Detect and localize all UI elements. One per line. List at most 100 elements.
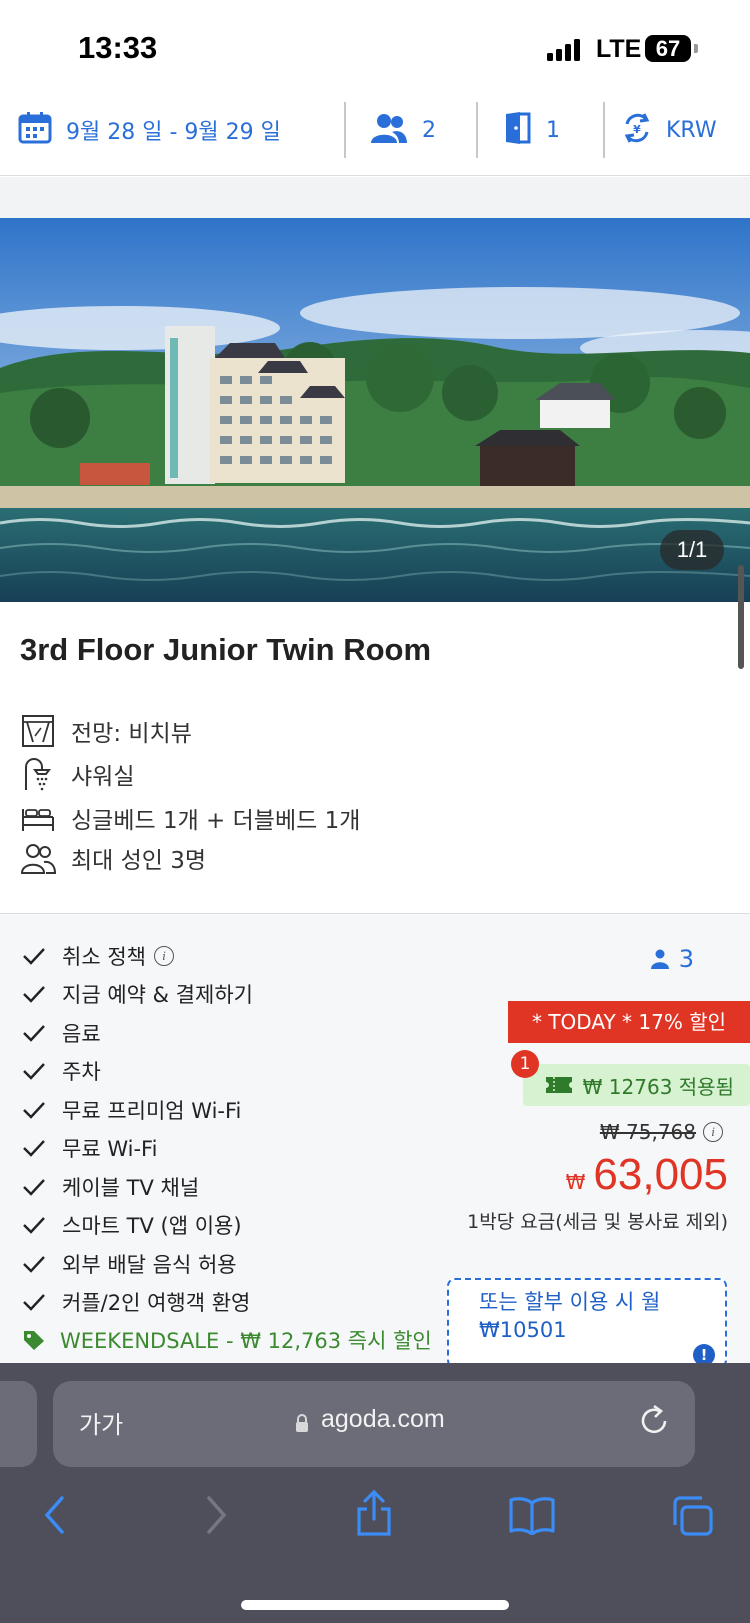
currency-label: KRW [666, 117, 717, 143]
benefit-item: 주차 [22, 1052, 101, 1090]
date-range-selector[interactable]: 9월 28 일 - 9월 29 일 [18, 84, 281, 176]
address-bar[interactable]: 가가 agoda.com [53, 1381, 695, 1467]
coupon-applied[interactable]: ₩ 12763 적용됨 [523, 1064, 750, 1106]
price-amount: 63,005 [593, 1150, 728, 1199]
browser-toolbar: 가가 agoda.com [0, 1363, 750, 1623]
benefit-text: 무료 Wi-Fi [62, 1137, 158, 1161]
text-size-button[interactable]: 가가 [79, 1405, 123, 1440]
check-icon [23, 1179, 45, 1196]
benefit-item: 외부 배달 음식 허용 [22, 1245, 237, 1283]
benefit-item: 음료 [22, 1014, 101, 1052]
home-indicator[interactable] [241, 1600, 509, 1610]
info-icon[interactable]: i [153, 946, 174, 966]
coupon-count-badge: 1 [511, 1050, 539, 1078]
check-icon [23, 1025, 45, 1042]
feature-occupancy: 최대 성인 3명 [18, 838, 206, 878]
url-text: agoda.com [321, 1405, 445, 1433]
door-icon [504, 111, 532, 149]
calendar-icon [18, 111, 52, 149]
svg-text:¥: ¥ [633, 123, 641, 136]
person-icon [650, 949, 669, 969]
lock-icon [296, 1414, 308, 1432]
benefit-text: 지금 예약 & 결제하기 [62, 983, 253, 1007]
network-type: LTE [596, 35, 642, 63]
rooms-count: 1 [546, 117, 560, 143]
installment-line2: ₩10501 [479, 1318, 567, 1342]
clock: 13:33 [78, 30, 158, 65]
benefit-text: 스마트 TV (앱 이용) [62, 1214, 242, 1238]
check-icon [23, 1256, 45, 1273]
benefit-text: 커플/2인 여행객 환영 [62, 1291, 251, 1315]
benefit-text: 외부 배달 음식 허용 [62, 1253, 237, 1277]
forward-arrow-icon[interactable] [203, 1495, 229, 1535]
installment-box[interactable]: 또는 할부 이용 시 월 ₩10501 [447, 1278, 727, 1368]
room-title: 3rd Floor Junior Twin Room [20, 632, 432, 667]
divider [476, 102, 478, 158]
feature-beds: 싱글베드 1개 + 더블베드 1개 [18, 798, 360, 838]
check-icon [23, 948, 45, 965]
tabs-icon[interactable] [670, 1495, 714, 1537]
price-info-icon[interactable]: i [703, 1121, 723, 1142]
benefit-item: 지금 예약 & 결제하기 [22, 975, 253, 1013]
feature-occupancy-text: 최대 성인 3명 [71, 848, 207, 874]
guests-count: 2 [422, 117, 436, 143]
benefit-text: 취소 정책 [62, 945, 146, 969]
currency-selector[interactable]: ¥ KRW [622, 84, 717, 176]
installment-line1: 또는 할부 이용 시 월 [479, 1290, 661, 1314]
divider [603, 102, 605, 158]
promo-code-line: WEEKENDSALE - ₩ 12,763 즉시 할인 [22, 1325, 432, 1355]
benefit-text: 음료 [62, 1022, 101, 1046]
check-icon [23, 1063, 45, 1080]
coupon-text: ₩ 12763 적용됨 [582, 1074, 734, 1099]
rooms-selector[interactable]: 1 [504, 84, 560, 176]
benefit-item: 무료 프리미엄 Wi-Fi [22, 1091, 241, 1129]
check-icon [23, 1217, 45, 1234]
beach-hotel-photo [0, 218, 750, 602]
tag-icon [24, 1331, 44, 1350]
status-bar: 13:33 LTE 67 [0, 0, 750, 84]
coupon-ticket-icon [545, 1077, 572, 1093]
check-icon [23, 1140, 45, 1157]
feature-beds-text: 싱글베드 1개 + 더블베드 1개 [71, 808, 361, 834]
battery-icon: 67 [645, 35, 691, 62]
date-range-label: 9월 28 일 - 9월 29 일 [66, 120, 281, 145]
people-icon [18, 840, 58, 876]
feature-shower: 샤워실 [18, 754, 134, 794]
benefit-text: 무료 프리미엄 Wi-Fi [62, 1099, 242, 1123]
check-icon [23, 1294, 45, 1311]
benefit-item: 케이블 TV 채널 [22, 1168, 199, 1206]
battery-level: 67 [655, 36, 681, 61]
benefit-cancellation: 취소 정책 i [22, 937, 174, 975]
back-arrow-icon[interactable] [42, 1495, 68, 1535]
check-icon [23, 1102, 45, 1119]
share-icon[interactable] [354, 1489, 394, 1537]
shower-icon [18, 756, 58, 792]
benefit-item: 무료 Wi-Fi [22, 1129, 157, 1167]
per-night-note: 1박당 요금(세금 및 봉사료 제외) [467, 1211, 728, 1233]
reload-icon[interactable] [637, 1403, 671, 1439]
benefit-text: 케이블 TV 채널 [62, 1176, 200, 1200]
original-price: ₩ 75,768 [599, 1120, 696, 1144]
feature-view-text: 전망: 비치뷰 [71, 721, 192, 747]
scroll-indicator [738, 565, 744, 669]
check-icon [23, 986, 45, 1003]
guests-icon [370, 112, 408, 148]
benefit-item: 스마트 TV (앱 이용) [22, 1206, 242, 1244]
room-photo[interactable]: 1/1 [0, 218, 750, 602]
guests-selector[interactable]: 2 [370, 84, 436, 176]
final-price: ₩ 63,005 [566, 1150, 728, 1200]
battery-cap [694, 44, 698, 53]
search-summary-bar: 9월 28 일 - 9월 29 일 2 1 ¥ KRW [0, 84, 750, 176]
bookmarks-icon[interactable] [508, 1495, 556, 1535]
section-spacer [0, 177, 750, 218]
previous-tab-preview[interactable] [0, 1381, 37, 1467]
signal-icon [547, 39, 581, 61]
bed-icon [18, 800, 58, 836]
promo-text: WEEKENDSALE - ₩ 12,763 즉시 할인 [60, 1329, 432, 1353]
benefit-item: 커플/2인 여행객 환영 [22, 1283, 250, 1321]
max-guests: 3 [650, 945, 694, 973]
divider [344, 102, 346, 158]
feature-shower-text: 샤워실 [71, 764, 135, 790]
deal-badge: * TODAY * 17% 할인 [508, 1001, 750, 1043]
benefit-text: 주차 [62, 1060, 101, 1084]
